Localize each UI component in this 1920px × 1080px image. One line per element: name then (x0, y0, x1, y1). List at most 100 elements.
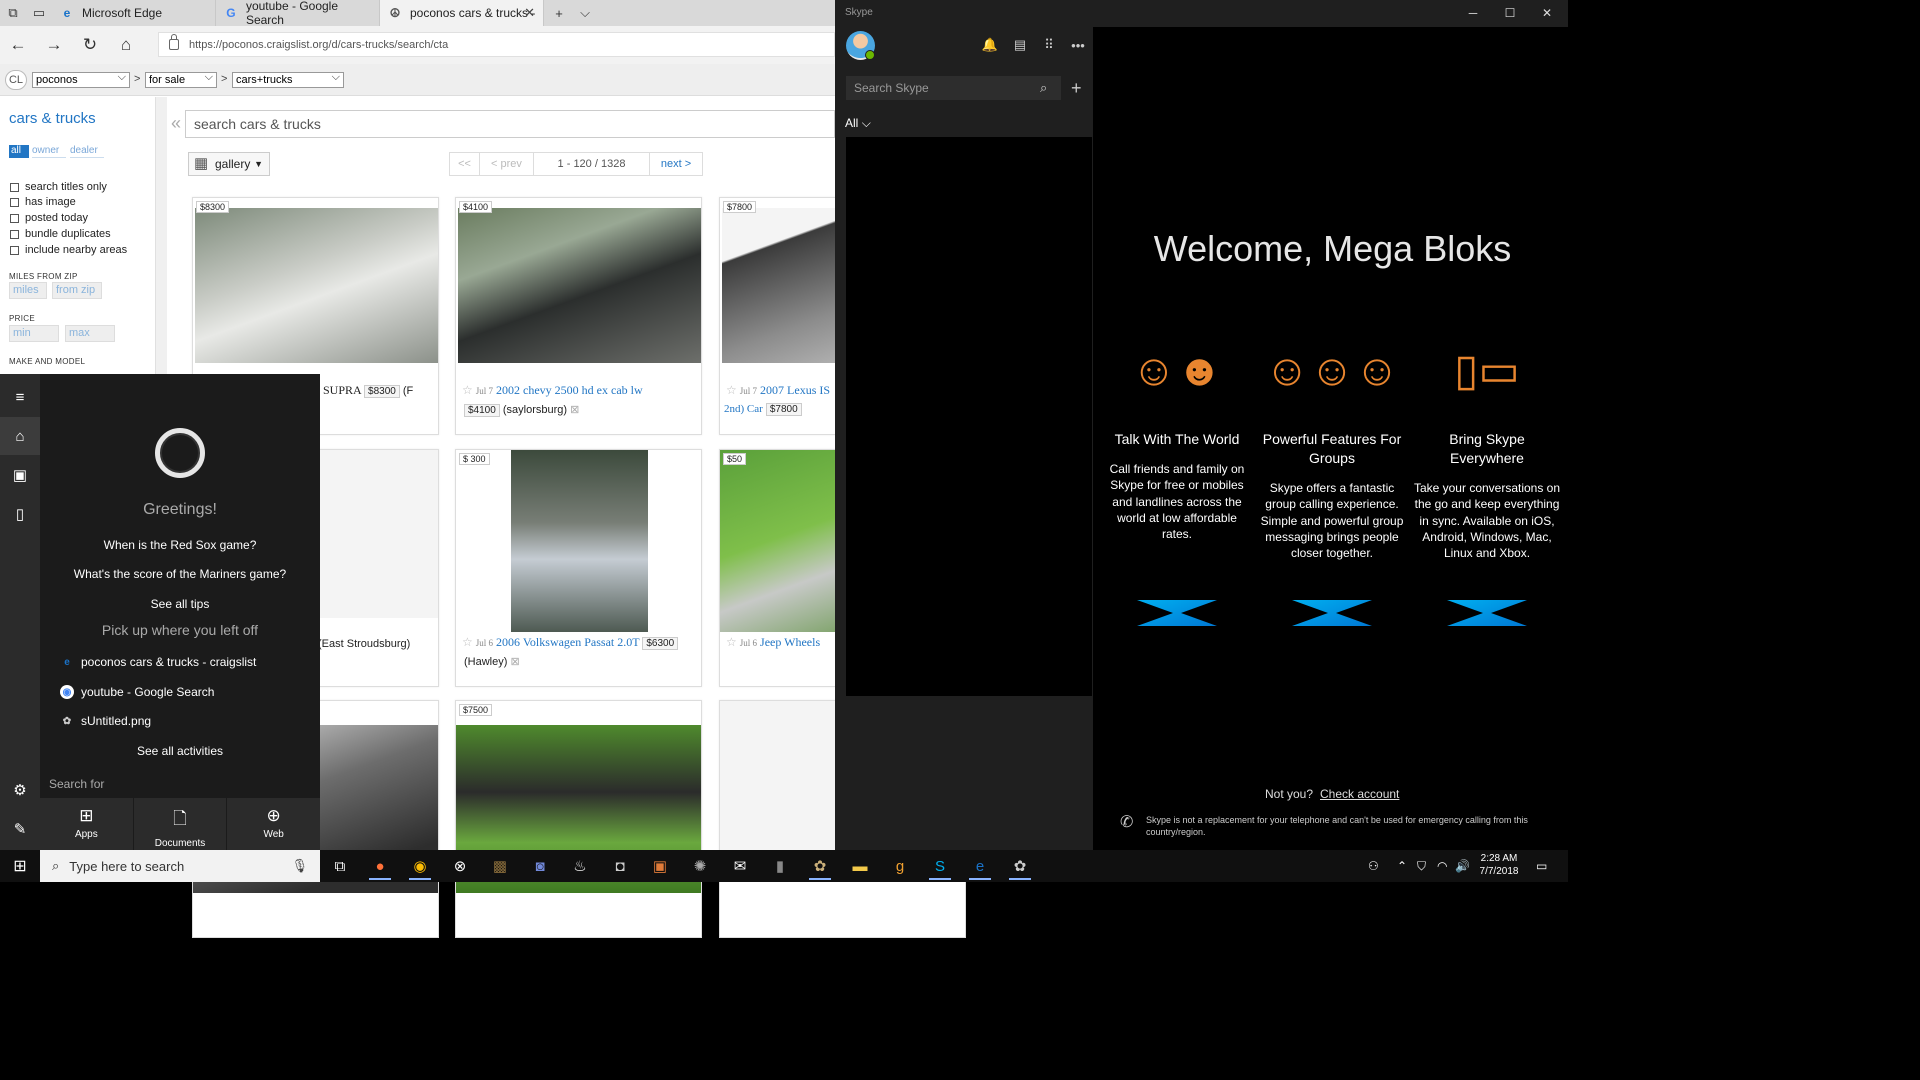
price-max-input[interactable]: max (65, 325, 115, 342)
check-account-link[interactable]: Check account (1320, 787, 1399, 801)
activity-item[interactable]: e poconos cars & trucks - craigslist (60, 651, 256, 673)
discord-icon[interactable]: ◙ (523, 852, 557, 880)
home-icon[interactable]: ⌂ (0, 417, 40, 455)
bell-icon[interactable]: 🔔 (981, 36, 999, 54)
filter-all[interactable]: all (9, 145, 29, 158)
taskbar-clock[interactable]: 2:28 AM 7/7/2018 (1470, 852, 1528, 878)
task-view-icon[interactable]: ⧉ (323, 852, 357, 880)
filter-dealer[interactable]: dealer (70, 145, 104, 158)
price-min-input[interactable]: min (9, 325, 59, 342)
edge-icon[interactable]: e (963, 852, 997, 880)
tab-preview-icon[interactable]: ▭ (26, 0, 52, 26)
scope-apps[interactable]: ⊞ Apps (40, 798, 134, 850)
home-icon[interactable]: ⌂ (115, 34, 137, 56)
collapse-sidebar-icon[interactable]: « (171, 113, 181, 134)
check-bundle-duplicates[interactable]: bundle duplicates (10, 228, 111, 240)
instagram-icon[interactable]: ◘ (603, 852, 637, 880)
volume-icon[interactable]: 🔊 (1455, 859, 1470, 873)
minimize-icon[interactable]: ─ (1463, 4, 1483, 22)
first-page-button[interactable]: << (450, 153, 480, 175)
filter-owner[interactable]: owner (32, 145, 66, 158)
check-search-titles[interactable]: search titles only (10, 181, 107, 193)
skype-icon[interactable]: S (923, 852, 957, 880)
craigslist-logo[interactable]: CL (5, 70, 27, 90)
mail-icon[interactable]: ✉ (723, 852, 757, 880)
star-icon[interactable]: ☆ (462, 635, 473, 649)
dialpad-icon[interactable]: ⠿ (1040, 36, 1058, 54)
avatar[interactable] (846, 31, 875, 60)
prev-page-button[interactable]: < prev (480, 153, 534, 175)
conversation-list[interactable] (846, 137, 1092, 696)
listing-photo[interactable] (511, 450, 648, 632)
tab-youtube-search[interactable]: G youtube - Google Search (216, 0, 380, 27)
hide-icon[interactable]: ⊠ (510, 656, 519, 668)
tab-craigslist[interactable]: ☮ poconos cars & trucks - ✕ (380, 0, 544, 26)
skype-search-input[interactable]: Search Skype (846, 76, 1061, 100)
settings-gear-icon[interactable]: ⚙ (0, 771, 40, 809)
maximize-icon[interactable]: ☐ (1500, 4, 1520, 22)
activity-item[interactable]: ✿ sUntitled.png (60, 710, 151, 732)
goodreads-icon[interactable]: g (883, 852, 917, 880)
see-all-tips-link[interactable]: See all tips (40, 597, 320, 611)
paint-icon[interactable]: ✿ (803, 852, 837, 880)
scope-web[interactable]: ⊕ Web (227, 798, 320, 850)
listing-card[interactable]: $7500 (455, 700, 702, 938)
listing-title[interactable]: SUPRA $8300 (F (323, 383, 438, 398)
file-explorer-icon[interactable]: ▬ (843, 852, 877, 880)
search-input[interactable]: search cars & trucks (185, 110, 835, 138)
device-icon[interactable]: ▯ (0, 495, 40, 533)
view-mode-select[interactable]: gallery (188, 152, 270, 176)
taskbar-search-box[interactable]: ⌕ Type here to search 🎙 (40, 850, 320, 882)
checkbox[interactable] (10, 229, 19, 239)
checkbox[interactable] (10, 182, 19, 192)
scope-documents[interactable]: 🗋 Documents (134, 798, 228, 850)
listing-card[interactable]: $4100 ☆ Jul 7 2002 chevy 2500 hd ex cab … (455, 197, 702, 435)
paint-3d-icon[interactable]: ✿ (1003, 852, 1037, 880)
cortana-tip[interactable]: When is the Red Sox game? (40, 538, 320, 552)
chevron-up-icon[interactable]: ⌃ (1397, 859, 1407, 873)
see-all-activities-link[interactable]: See all activities (40, 744, 320, 758)
listing-photo[interactable] (458, 208, 701, 363)
more-options-icon[interactable]: ••• (1069, 36, 1087, 54)
star-icon[interactable]: ☆ (726, 635, 737, 649)
shield-icon[interactable]: ⛉ (1417, 859, 1426, 874)
notification-icon[interactable]: ▭ (1536, 859, 1547, 873)
listing-title[interactable]: ☆ Jul 7 2002 chevy 2500 hd ex cab lw (462, 383, 701, 398)
app-icon[interactable]: ▮ (763, 852, 797, 880)
check-has-image[interactable]: has image (10, 196, 76, 208)
listing-card[interactable]: $ 300 ☆ Jul 6 2006 Volkswagen Passat 2.0… (455, 449, 702, 687)
people-icon[interactable]: ⚇ (1368, 859, 1379, 873)
feedback-icon[interactable]: ✎ (0, 810, 40, 848)
check-nearby-areas[interactable]: include nearby areas (10, 244, 127, 256)
game-icon[interactable]: ▣ (643, 852, 677, 880)
miles-input[interactable]: miles (9, 282, 47, 299)
listing-photo[interactable] (195, 208, 438, 363)
hamburger-menu-icon[interactable]: ≡ (0, 378, 40, 416)
notebook-icon[interactable]: ▣ (0, 456, 40, 494)
new-chat-plus-icon[interactable]: + (1071, 78, 1082, 99)
firefox-icon[interactable]: ● (363, 852, 397, 880)
search-icon[interactable]: ⌕ (1040, 80, 1047, 96)
section-select[interactable]: for sale (145, 70, 217, 88)
close-tab-icon[interactable]: ✕ (524, 5, 535, 21)
sidebar-scrollbar[interactable] (155, 97, 167, 377)
check-posted-today[interactable]: posted today (10, 212, 88, 224)
chevron-down-icon[interactable]: ⌵ (572, 0, 598, 26)
conversation-filter[interactable]: All ⌵ (845, 116, 871, 131)
xbox-icon[interactable]: ⊗ (443, 852, 477, 880)
checkbox[interactable] (10, 213, 19, 223)
next-page-button[interactable]: next > (650, 153, 702, 175)
checkbox[interactable] (10, 245, 19, 255)
checkbox[interactable] (10, 197, 19, 207)
network-icon[interactable]: ◠ (1437, 859, 1447, 873)
tab-set-aside-icon[interactable]: ⧉ (0, 0, 26, 26)
cortana-tip[interactable]: What's the score of the Mariners game? (40, 567, 320, 581)
category-select[interactable]: cars+trucks (232, 70, 344, 88)
address-bar[interactable]: https://poconos.craigslist.org/d/cars-tr… (158, 32, 835, 57)
category-title[interactable]: cars & trucks (9, 110, 96, 127)
activity-item[interactable]: ◉ youtube - Google Search (60, 681, 214, 703)
hide-icon[interactable]: ⊠ (570, 404, 579, 416)
contacts-icon[interactable]: ▤ (1011, 36, 1029, 54)
zip-input[interactable]: from zip (52, 282, 102, 299)
close-icon[interactable]: ✕ (1537, 4, 1557, 22)
